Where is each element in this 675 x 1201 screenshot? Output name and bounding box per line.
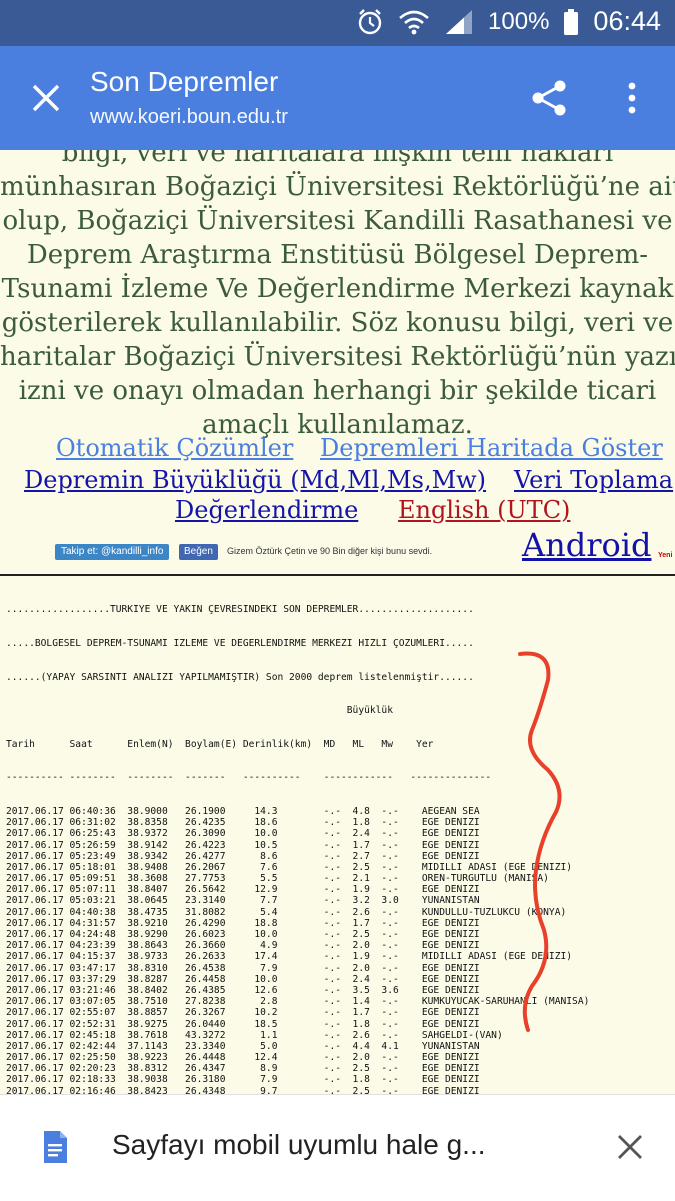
evaluation-link[interactable]: Değerlendirme <box>175 496 358 524</box>
table-row: 2017.06.17 02:55:07 38.8857 26.3267 10.2… <box>6 1007 480 1019</box>
table-row: 2017.06.17 02:16:46 38.8423 26.4348 9.7 … <box>6 1085 480 1094</box>
automatic-solutions-link[interactable]: Otomatik Çözümler <box>56 434 293 462</box>
table-row: 2017.06.17 06:31:02 38.8358 26.4235 18.6… <box>6 817 480 829</box>
copyright-line: münhasıran Boğaziçi Üniversitesi Rektörl… <box>0 172 675 202</box>
divider <box>0 574 675 576</box>
table-row: 2017.06.17 05:09:51 38.3608 27.7753 5.5 … <box>6 873 549 885</box>
english-link[interactable]: English (UTC) <box>398 496 570 524</box>
table-row: 2017.06.17 04:23:39 38.8643 26.3660 4.9 … <box>6 940 480 952</box>
table-row: 2017.06.17 05:18:01 38.9408 26.2067 7.6 … <box>6 861 573 873</box>
wifi-icon <box>398 8 430 36</box>
web-content[interactable]: bilgi, veri ve haritalara ilişkin telif … <box>0 150 675 1094</box>
alarm-icon <box>356 8 384 36</box>
table-row: 2017.06.17 04:31:57 38.9210 26.4290 18.8… <box>6 917 480 929</box>
magnitude-link[interactable]: Depremin Büyüklüğü (Md,Ml,Ms,Mw) <box>24 466 486 494</box>
table-row: 2017.06.17 02:20:23 38.8312 26.4347 8.9 … <box>6 1063 480 1075</box>
mobile-friendly-prompt: Sayfayı mobil uyumlu hale g... <box>0 1094 675 1201</box>
data-collection-link[interactable]: Veri Toplama <box>514 466 673 494</box>
table-row: 2017.06.17 03:21:46 38.8402 26.4385 12.6… <box>6 984 480 996</box>
copyright-line: bilgi, veri ve haritalara ilişkin telif … <box>61 150 614 168</box>
battery-icon <box>563 8 579 36</box>
more-options-icon[interactable] <box>618 78 646 118</box>
facebook-like-count: Gizem Öztürk Çetin ve 90 Bin diğer kişi … <box>227 546 433 556</box>
list-header-line: Büyüklük <box>6 705 393 717</box>
copyright-line: haritalar Boğaziçi Üniversitesi Rektörlü… <box>0 342 675 372</box>
close-icon[interactable] <box>28 80 64 116</box>
document-icon <box>42 1130 68 1164</box>
twitter-follow-button[interactable]: Takip et: @kandilli_info <box>55 544 170 560</box>
list-header-line: Tarih Saat Enlem(N) Boylam(E) Derinlik(k… <box>6 738 434 750</box>
android-app-link[interactable]: Android <box>522 526 651 564</box>
custom-tab-toolbar: Son Depremler www.koeri.boun.edu.tr <box>0 46 675 150</box>
share-icon[interactable] <box>530 78 570 118</box>
copyright-notice: bilgi, veri ve haritalara ilişkin telif … <box>0 150 675 442</box>
list-header-line: ---------- -------- -------- ------- ---… <box>6 772 492 784</box>
copyright-line: izni ve onayı olmadan herhangi bir şekil… <box>18 376 657 406</box>
table-row: 2017.06.17 06:25:43 38.9372 26.3090 10.0… <box>6 828 480 840</box>
table-row: 2017.06.17 03:47:17 38.8310 26.4538 7.9 … <box>6 962 480 974</box>
copyright-line: Deprem Araştırma Enstitüsü Bölgesel Depr… <box>26 240 649 270</box>
table-row: 2017.06.17 02:18:33 38.9038 26.3180 7.9 … <box>6 1074 480 1086</box>
copyright-line: olup, Boğaziçi Üniversitesi Kandilli Ras… <box>2 206 673 236</box>
table-row: 2017.06.17 04:40:38 38.4735 31.8082 5.4 … <box>6 906 567 918</box>
table-row: 2017.06.17 05:26:59 38.9142 26.4223 10.5… <box>6 839 480 851</box>
copyright-line: Tsunami İzleme Ve Değerlendirme Merkezi … <box>1 274 674 304</box>
table-row: 2017.06.17 05:03:21 38.0645 23.3140 7.7 … <box>6 895 480 907</box>
signal-icon <box>444 8 474 36</box>
page-title: Son Depremler <box>90 66 279 97</box>
page-url: www.koeri.boun.edu.tr <box>90 106 288 128</box>
list-header-line: ..................TÜRKİYE VE YAKIN ÇEVRE… <box>6 604 474 616</box>
table-row: 2017.06.17 02:52:31 38.9275 26.0440 18.5… <box>6 1018 480 1030</box>
battery-percent: 100% <box>488 7 550 35</box>
copyright-line: gösterilerek kullanılabilir. Söz konusu … <box>1 308 674 338</box>
status-bar: 100% 06:44 <box>0 0 675 46</box>
list-header-line: ......(YAPAY SARSINTI ANALİZİ YAPILMAMIŞ… <box>6 671 474 683</box>
table-row: 2017.06.17 02:45:18 38.7618 43.3272 1.1 … <box>6 1029 503 1041</box>
table-row: 2017.06.17 04:24:48 38.9290 26.6023 10.0… <box>6 929 480 941</box>
table-row: 2017.06.17 03:07:05 38.7510 27.8238 2.8 … <box>6 996 590 1008</box>
facebook-like-button[interactable]: Beğen <box>179 544 218 560</box>
table-row: 2017.06.17 02:25:50 38.9223 26.4448 12.4… <box>6 1052 480 1064</box>
table-row: 2017.06.17 05:23:49 38.9342 26.4277 8.6 … <box>6 850 480 862</box>
list-header-line: .....BÖLGESEL DEPREM-TSUNAMİ İZLEME VE D… <box>6 638 474 649</box>
table-row: 2017.06.17 03:37:29 38.8287 26.4458 10.0… <box>6 973 480 985</box>
new-badge: Yeni <box>658 552 673 559</box>
table-row: 2017.06.17 04:15:37 38.9733 26.2633 17.4… <box>6 951 573 963</box>
dismiss-icon[interactable] <box>616 1133 644 1161</box>
table-row: 2017.06.17 05:07:11 38.8407 26.5642 12.9… <box>6 884 480 896</box>
table-row: 2017.06.17 06:40:36 38.9000 26.1900 14.3… <box>6 805 480 817</box>
table-row: 2017.06.17 02:42:44 37.1143 23.3340 5.0 … <box>6 1040 480 1052</box>
clock: 06:44 <box>593 6 661 36</box>
show-on-map-link[interactable]: Depremleri Haritada Göster <box>320 434 663 462</box>
mobile-friendly-message[interactable]: Sayfayı mobil uyumlu hale g... <box>112 1129 486 1161</box>
earthquake-list: ..................TÜRKİYE VE YAKIN ÇEVRE… <box>6 582 675 1094</box>
